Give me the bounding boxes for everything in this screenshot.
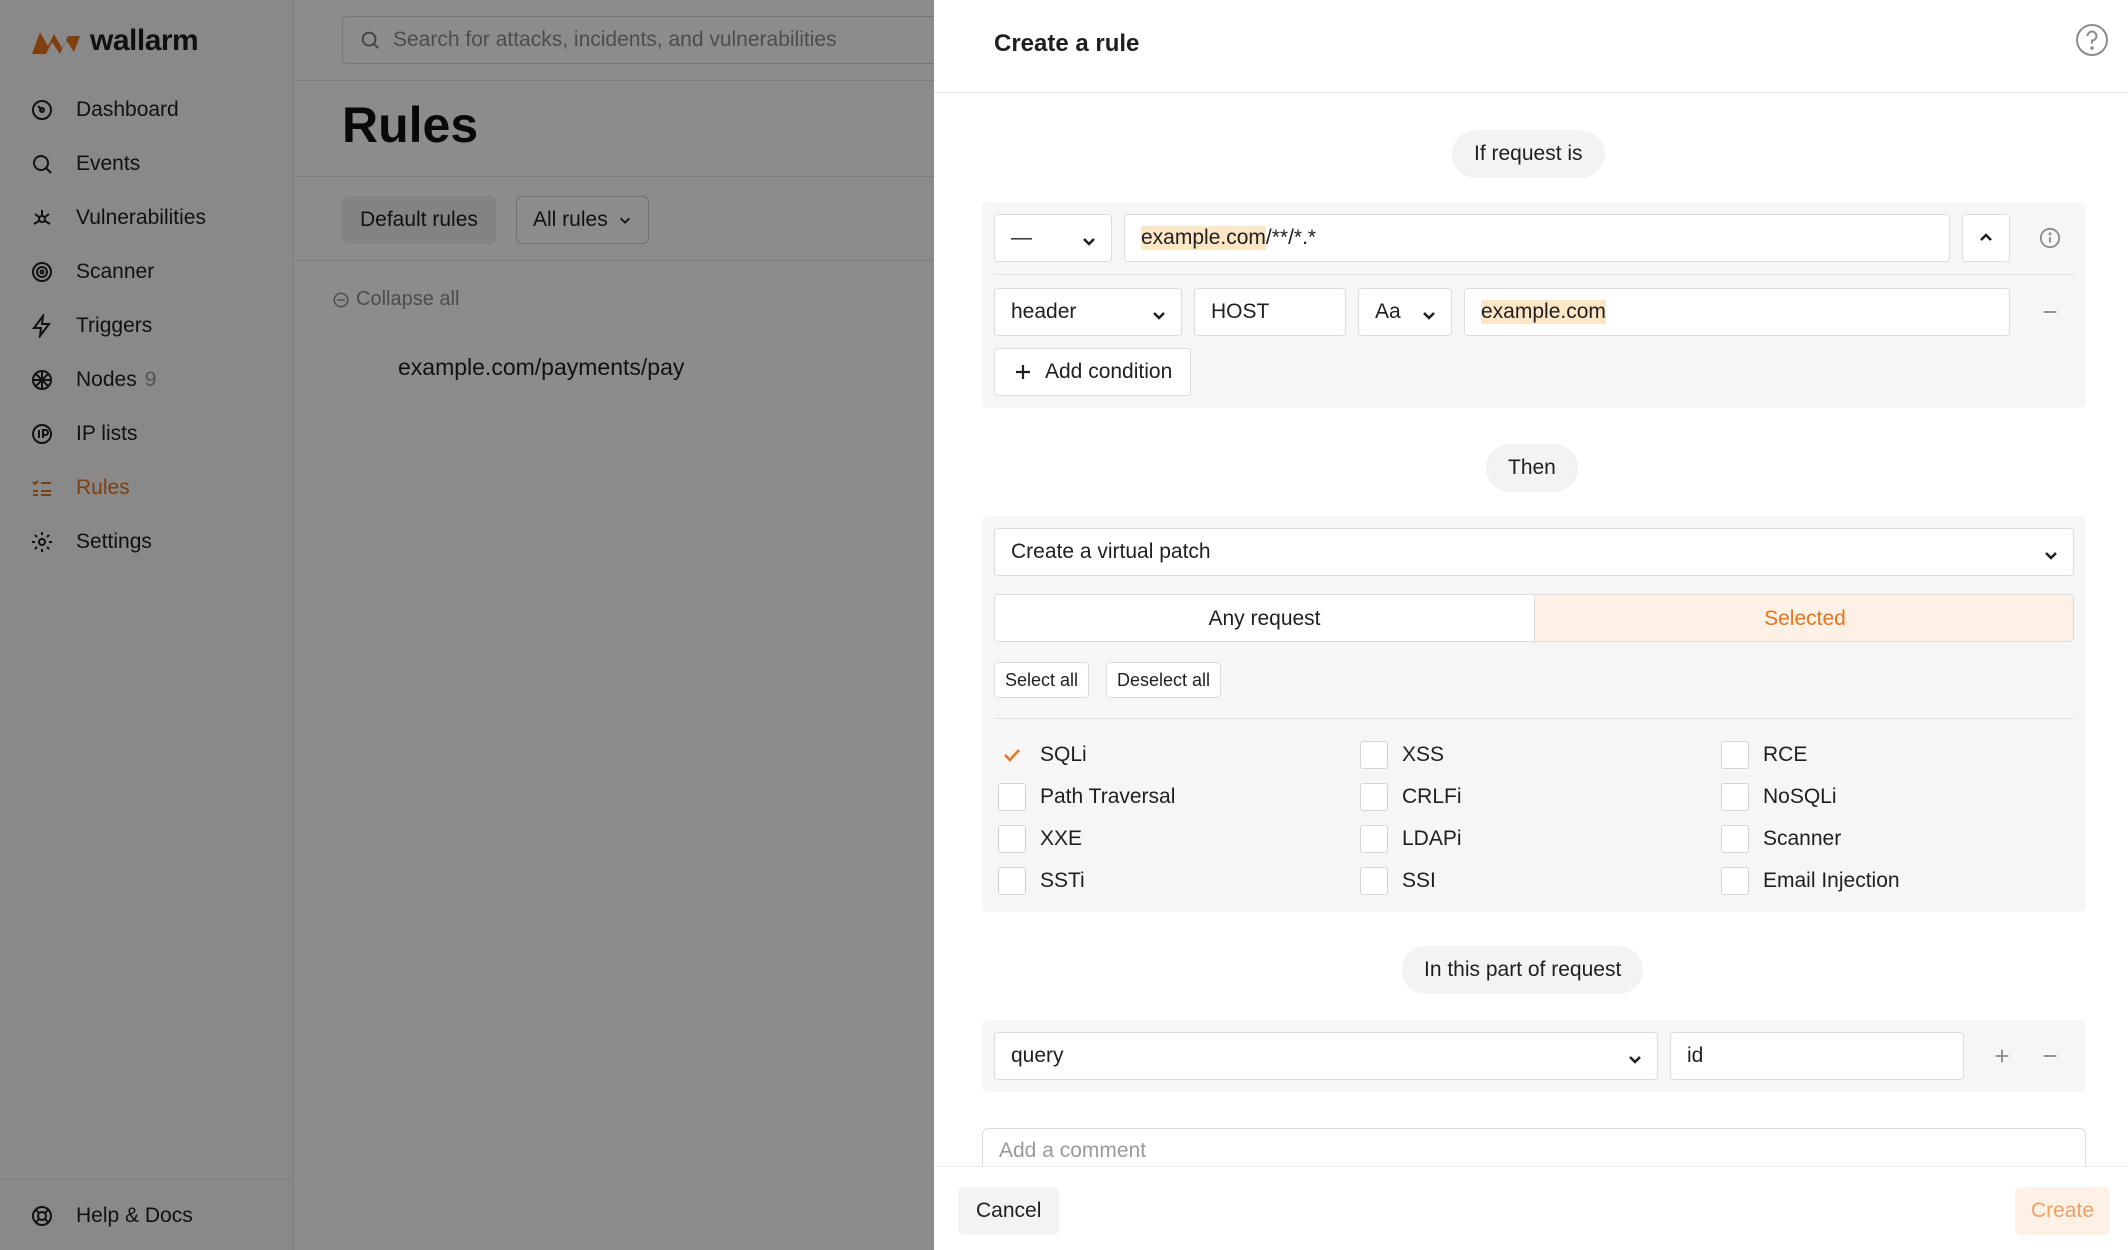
attack-type-xss[interactable]: XSS <box>1360 740 1444 770</box>
checkbox[interactable] <box>1360 783 1388 811</box>
remove-condition-button[interactable] <box>2032 294 2068 330</box>
create-button[interactable]: Create <box>2014 1187 2110 1235</box>
checkbox-label: CRLFi <box>1402 785 1462 808</box>
attack-type-sqli[interactable]: SQLi <box>998 740 1087 770</box>
checkbox[interactable] <box>1721 867 1749 895</box>
checkbox-label: Scanner <box>1763 827 1842 850</box>
if-request-label: If request is <box>1452 130 1605 178</box>
checkbox[interactable] <box>1360 825 1388 853</box>
path-input[interactable]: example.com/**/*.* <box>1124 214 1950 262</box>
request-part-select[interactable]: query <box>994 1032 1658 1080</box>
attack-type-ssti[interactable]: SSTi <box>998 866 1085 896</box>
checkbox[interactable] <box>998 825 1026 853</box>
path-rest: /**/*.* <box>1265 226 1317 249</box>
header-name-input[interactable]: HOST <box>1194 288 1346 336</box>
add-condition-label: Add condition <box>1045 360 1173 383</box>
request-part-panel: query id <box>982 1020 2086 1092</box>
checkbox-label: SSTi <box>1040 869 1085 892</box>
request-part-label: In this part of request <box>1402 946 1644 994</box>
path-domain: example.com <box>1141 226 1266 250</box>
chevron-down-icon <box>1423 312 1435 320</box>
attack-types-divider <box>994 718 2074 719</box>
checkbox-label: XSS <box>1402 743 1445 766</box>
checkbox-label: Email Injection <box>1763 869 1900 892</box>
request-part-value: query <box>1011 1044 1064 1067</box>
checkbox-label: XXE <box>1040 827 1083 850</box>
checkbox[interactable] <box>1721 783 1749 811</box>
checkbox-label: SSI <box>1402 869 1436 892</box>
attack-type-path-traversal[interactable]: Path Traversal <box>998 782 1175 812</box>
plus-icon <box>1995 1049 2009 1063</box>
create-rule-drawer: Create a rule If request is — example.co… <box>934 0 2128 1250</box>
add-part-button[interactable] <box>1984 1038 2020 1074</box>
attack-type-ldapi[interactable]: LDAPi <box>1360 824 1462 854</box>
action-select[interactable]: Create a virtual patch <box>994 528 2074 576</box>
parameter-name-value: id <box>1687 1044 1704 1067</box>
attack-type-ssi[interactable]: SSI <box>1360 866 1436 896</box>
minus-icon <box>2043 311 2057 313</box>
remove-part-button[interactable] <box>2032 1038 2068 1074</box>
method-select[interactable]: — <box>994 214 1112 262</box>
action-value: Create a virtual patch <box>1011 540 1211 563</box>
attack-type-email-injection[interactable]: Email Injection <box>1721 866 1900 896</box>
action-panel: Create a virtual patch Any request Selec… <box>982 516 2086 912</box>
drawer-title: Create a rule <box>994 30 1140 57</box>
plus-icon <box>1016 365 1030 379</box>
point-type-select[interactable]: header <box>994 288 1182 336</box>
attack-type-scanner[interactable]: Scanner <box>1721 824 1841 854</box>
checkbox-label: Path Traversal <box>1040 785 1176 808</box>
checkbox[interactable] <box>1721 741 1749 769</box>
question-circle-icon <box>2076 24 2108 56</box>
drawer-header: Create a rule <box>934 0 2128 93</box>
drawer-footer: Cancel Create <box>934 1166 2128 1250</box>
checkbox-label: SQLi <box>1040 743 1087 766</box>
select-all-button[interactable]: Select all <box>994 662 1090 698</box>
conditions-panel: — example.com/**/*.* header HOST Aa exam… <box>982 202 2086 408</box>
help-button[interactable] <box>2074 22 2110 58</box>
collapse-conditions-button[interactable] <box>1962 214 2010 262</box>
condition-divider <box>994 274 2074 275</box>
info-button[interactable] <box>2032 220 2068 256</box>
info-icon <box>2039 227 2061 249</box>
header-name-value: HOST <box>1211 300 1270 323</box>
attack-type-crlfi[interactable]: CRLFi <box>1360 782 1462 812</box>
checkbox-label: LDAPi <box>1402 827 1462 850</box>
checkmark-icon <box>1004 749 1020 762</box>
header-value-input[interactable]: example.com <box>1464 288 2010 336</box>
attack-type-xxe[interactable]: XXE <box>998 824 1082 854</box>
attack-type-nosqli[interactable]: NoSQLi <box>1721 782 1837 812</box>
checkbox[interactable] <box>1360 741 1388 769</box>
minus-icon <box>2043 1055 2057 1057</box>
chevron-down-icon <box>1083 238 1095 246</box>
segment-selected[interactable]: Selected <box>1535 595 2073 641</box>
checkbox-label: RCE <box>1763 743 1808 766</box>
checkbox[interactable] <box>998 741 1026 769</box>
modal-overlay[interactable] <box>0 0 934 1250</box>
cancel-button[interactable]: Cancel <box>958 1187 1060 1235</box>
chevron-down-icon <box>2045 552 2057 560</box>
chevron-up-icon <box>1980 233 1992 241</box>
header-value: example.com <box>1481 300 1606 324</box>
point-type-value: header <box>1011 300 1077 323</box>
checkbox-label: NoSQLi <box>1763 785 1837 808</box>
case-sensitivity-value: Aa <box>1375 300 1401 323</box>
case-sensitivity-select[interactable]: Aa <box>1358 288 1452 336</box>
checkbox[interactable] <box>1360 867 1388 895</box>
request-scope-segmented: Any request Selected <box>994 594 2074 642</box>
checkbox[interactable] <box>1721 825 1749 853</box>
attack-type-rce[interactable]: RCE <box>1721 740 1807 770</box>
checkbox[interactable] <box>998 783 1026 811</box>
parameter-name-input[interactable]: id <box>1670 1032 1964 1080</box>
then-label: Then <box>1486 444 1578 492</box>
checkbox[interactable] <box>998 867 1026 895</box>
segment-any-request[interactable]: Any request <box>995 595 1535 641</box>
deselect-all-button[interactable]: Deselect all <box>1106 662 1222 698</box>
chevron-down-icon <box>1153 312 1165 320</box>
chevron-down-icon <box>1629 1056 1641 1064</box>
add-condition-button[interactable]: Add condition <box>994 348 1192 396</box>
method-value: — <box>1011 226 1032 249</box>
